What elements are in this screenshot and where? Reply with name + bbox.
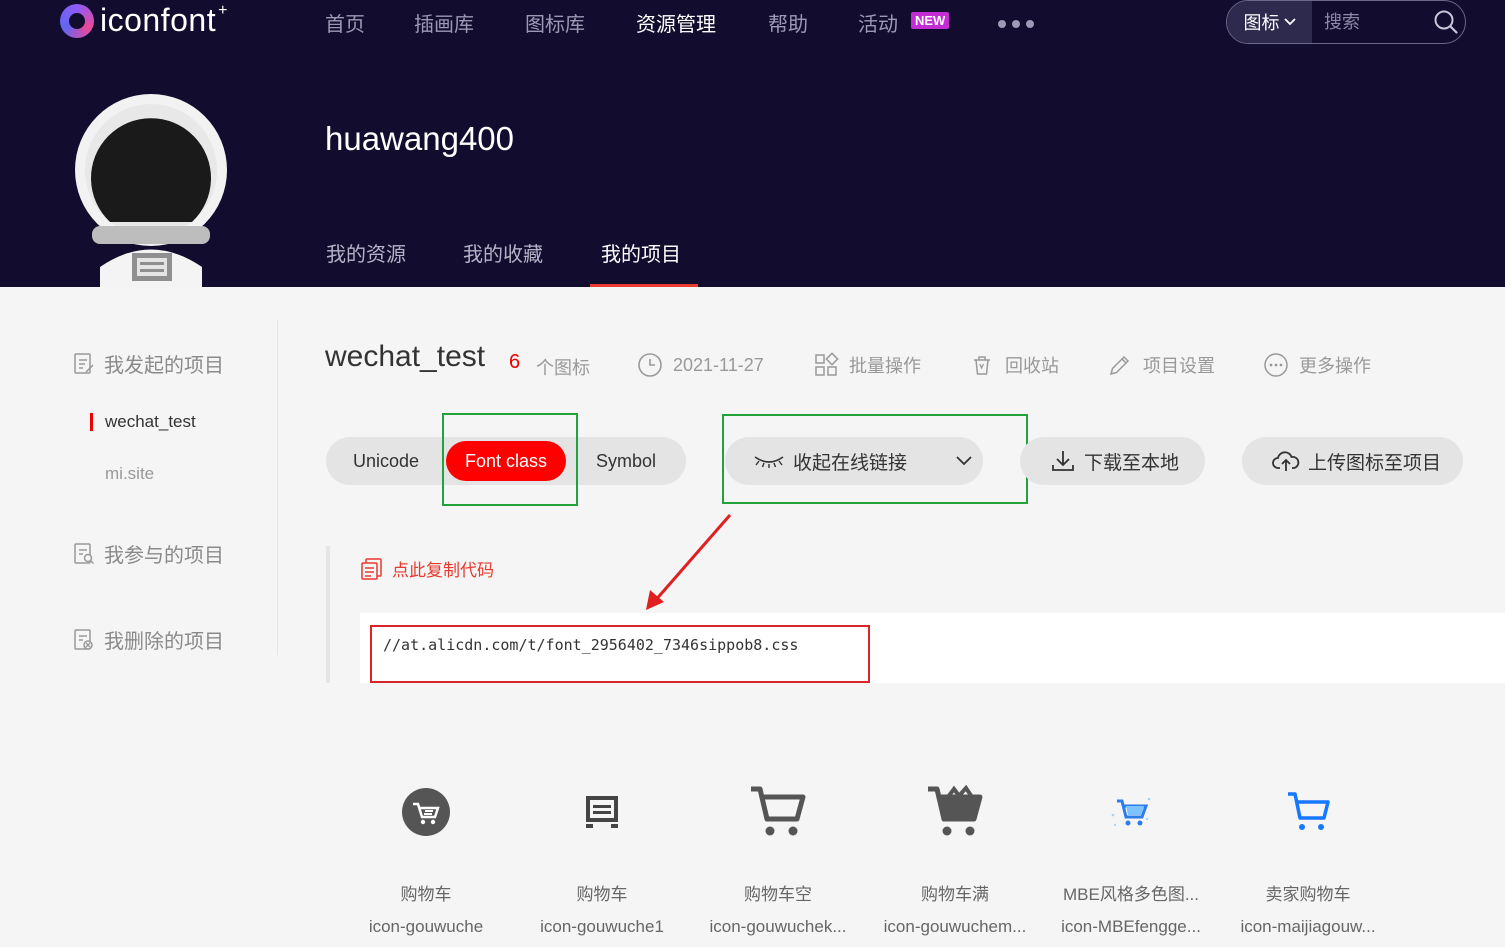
annotation-red-box bbox=[370, 625, 870, 683]
icon-code: icon-gouwuche1 bbox=[540, 917, 664, 936]
top-header: iconfont + 首页 插画库 图标库 资源管理 帮助 活动 NEW 图标 … bbox=[0, 0, 1505, 287]
annotation-arrow-icon bbox=[646, 514, 732, 610]
annotation-green-box bbox=[442, 413, 578, 506]
document-delete-icon bbox=[74, 628, 93, 650]
icon-count-label: 个图标 bbox=[536, 358, 590, 378]
recycle-bin-button[interactable]: 回收站 bbox=[969, 352, 1059, 378]
icon-code: icon-gouwuchek... bbox=[709, 917, 847, 936]
project-date-label: 2021-11-27 bbox=[673, 354, 764, 375]
download-local-label: 下载至本地 bbox=[1084, 452, 1180, 474]
upload-icon-label: 上传图标至项目 bbox=[1308, 452, 1442, 474]
cart-empty-icon bbox=[751, 786, 806, 836]
project-date: 2021-11-27 bbox=[637, 352, 764, 378]
recycle-bin-label: 回收站 bbox=[1005, 356, 1059, 376]
copy-code-label: 点此复制代码 bbox=[392, 561, 494, 580]
search-type-select[interactable]: 图标 bbox=[1227, 1, 1312, 43]
project-settings-label: 项目设置 bbox=[1143, 356, 1215, 376]
icon-card[interactable]: 卖家购物车 icon-maijiagouw... bbox=[1220, 772, 1396, 937]
icon-card[interactable]: 购物车 icon-gouwuche1 bbox=[514, 772, 690, 937]
nav-home[interactable]: 首页 bbox=[325, 8, 365, 37]
icon-card[interactable]: 购物车空 icon-gouwuchek... bbox=[690, 772, 866, 937]
icon-name: 卖家购物车 bbox=[1265, 885, 1351, 904]
cloud-upload-icon bbox=[1272, 451, 1300, 471]
username: huawang400 bbox=[325, 120, 515, 157]
new-badge: NEW bbox=[911, 12, 950, 29]
tab-my-projects[interactable]: 我的项目 bbox=[601, 238, 681, 267]
batch-operation-button[interactable]: 批量操作 bbox=[813, 352, 921, 378]
more-actions-button[interactable]: 更多操作 bbox=[1263, 352, 1371, 378]
trash-icon bbox=[974, 356, 990, 375]
format-symbol-button[interactable]: Symbol bbox=[570, 441, 682, 481]
icon-code: icon-gouwuche bbox=[368, 917, 484, 936]
batch-operation-label: 批量操作 bbox=[849, 356, 921, 376]
search-bar: 图标 bbox=[1226, 0, 1466, 44]
project-settings-button[interactable]: 项目设置 bbox=[1107, 352, 1215, 378]
search-type-label: 图标 bbox=[1243, 13, 1280, 33]
sidebar-divider bbox=[277, 320, 278, 655]
nav-icon-library[interactable]: 图标库 bbox=[525, 8, 585, 37]
copy-icon bbox=[361, 557, 382, 580]
clock-icon bbox=[638, 353, 662, 377]
cart-circle-icon bbox=[402, 788, 450, 836]
iconfont-logo[interactable]: iconfont + bbox=[60, 2, 227, 39]
icon-name: 购物车 bbox=[400, 885, 452, 904]
grid-icon bbox=[815, 352, 839, 376]
more-nav-icon[interactable] bbox=[998, 10, 1034, 28]
sidebar-joined-label: 我参与的项目 bbox=[104, 545, 224, 567]
active-tab-indicator bbox=[590, 284, 698, 287]
project-title: wechat_test bbox=[325, 340, 486, 373]
more-circle-icon bbox=[1264, 353, 1288, 377]
logo-text: iconfont bbox=[100, 2, 217, 38]
tab-my-favorites[interactable]: 我的收藏 bbox=[463, 238, 543, 267]
sidebar-created-projects[interactable]: 我发起的项目 bbox=[72, 349, 224, 378]
download-icon bbox=[1052, 451, 1074, 471]
pencil-icon bbox=[1109, 355, 1130, 376]
icon-name: MBE风格多色图... bbox=[1062, 885, 1199, 904]
logo-mark-icon bbox=[60, 3, 94, 38]
icon-name: 购物车 bbox=[576, 885, 628, 904]
nav-illustrations[interactable]: 插画库 bbox=[414, 8, 474, 37]
cart-multicolor-icon bbox=[1111, 797, 1151, 827]
cart-outline-blue-icon bbox=[1288, 792, 1330, 830]
astronaut-avatar bbox=[75, 94, 227, 287]
active-project-marker bbox=[90, 413, 93, 431]
icon-name: 购物车满 bbox=[921, 885, 989, 904]
cart-box-icon bbox=[586, 796, 618, 828]
cart-full-icon bbox=[928, 785, 983, 836]
tab-my-resources[interactable]: 我的资源 bbox=[326, 238, 406, 267]
sidebar-created-label: 我发起的项目 bbox=[104, 355, 224, 377]
sidebar-item-wechat-test[interactable]: wechat_test bbox=[105, 412, 196, 432]
icon-card[interactable]: MBE风格多色图... icon-MBEfengge... bbox=[1043, 772, 1219, 937]
download-local-button[interactable]: 下载至本地 bbox=[1020, 437, 1205, 485]
sidebar-item-mi-site[interactable]: mi.site bbox=[105, 464, 154, 484]
document-search-icon bbox=[74, 542, 95, 564]
chevron-down-icon bbox=[1283, 18, 1296, 26]
icon-name: 购物车空 bbox=[744, 885, 812, 904]
icon-card[interactable]: 购物车 icon-gouwuche bbox=[338, 772, 514, 937]
nav-resource-management[interactable]: 资源管理 bbox=[636, 8, 716, 37]
search-input[interactable] bbox=[1312, 11, 1427, 33]
logo-plus: + bbox=[218, 1, 228, 19]
format-unicode-button[interactable]: Unicode bbox=[330, 441, 442, 481]
sidebar-deleted-projects[interactable]: 我删除的项目 bbox=[72, 625, 224, 654]
copy-code-button[interactable]: 点此复制代码 bbox=[360, 556, 494, 581]
upload-icon-button[interactable]: 上传图标至项目 bbox=[1242, 437, 1463, 485]
icon-code: icon-MBEfengge... bbox=[1061, 917, 1201, 936]
sidebar-deleted-label: 我删除的项目 bbox=[104, 631, 224, 653]
annotation-green-box-2 bbox=[722, 414, 1028, 504]
sidebar-joined-projects[interactable]: 我参与的项目 bbox=[72, 539, 224, 568]
icon-card[interactable]: 购物车满 icon-gouwuchem... bbox=[867, 772, 1043, 937]
icon-count: 6 bbox=[509, 351, 521, 373]
icon-code: icon-gouwuchem... bbox=[883, 917, 1027, 936]
search-icon[interactable] bbox=[1433, 9, 1459, 35]
document-edit-icon bbox=[74, 352, 94, 374]
nav-help[interactable]: 帮助 bbox=[768, 8, 808, 37]
more-actions-label: 更多操作 bbox=[1299, 356, 1371, 376]
icon-code: icon-maijiagouw... bbox=[1240, 917, 1376, 936]
nav-activities[interactable]: 活动 bbox=[858, 8, 898, 37]
